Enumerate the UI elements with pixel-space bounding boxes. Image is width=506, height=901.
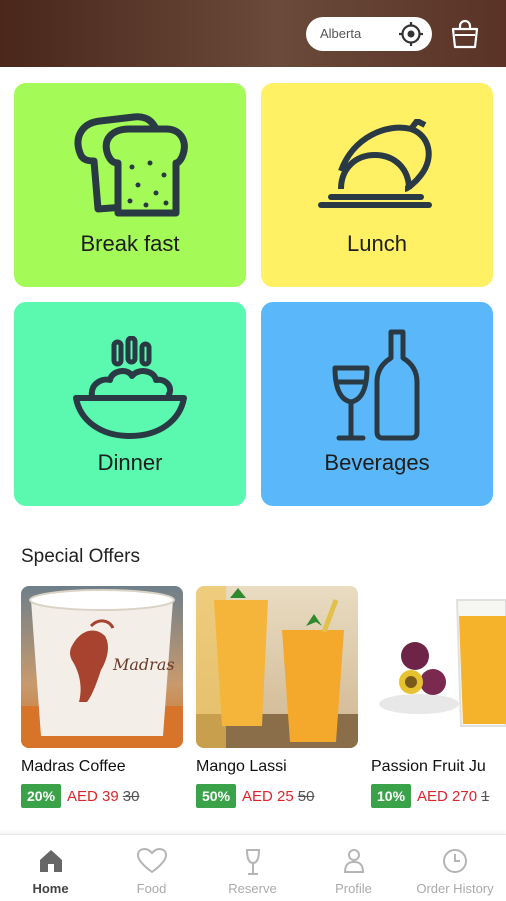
person-icon [343,849,365,873]
discount-badge: 10% [371,784,412,808]
category-dinner[interactable]: Dinner [14,302,246,506]
shopping-bag-icon[interactable] [449,18,481,50]
category-label: Break fast [80,231,180,256]
offer-name: Madras Coffee [21,758,126,775]
home-icon [40,850,62,872]
nav-item-reserve[interactable]: Reserve [202,835,303,901]
clock-icon [443,849,467,873]
section-title-special-offers: Special Offers [21,546,140,567]
offer-image: Madras [21,586,183,748]
discount-badge: 50% [196,784,237,808]
offer-image [196,586,358,748]
offer-card-mango-lassi[interactable]: Mango Lassi 50% AED 25 50 [196,586,358,808]
wine-glass-icon [245,849,261,875]
bowl-icon [73,336,187,439]
offer-old-price: 50 [297,787,315,805]
cloche-icon [318,119,432,208]
location-label: Alberta [320,26,362,41]
nav-item-home[interactable]: Home [0,835,101,901]
mango-lassi-illustration [196,586,358,748]
bottom-nav: Home Food Reserve Profile Order History [0,834,506,901]
offer-price: AED 270 [417,787,478,805]
offer-price-row: 10% AED 270 1 [371,784,489,808]
heart-icon [137,848,167,874]
category-label: Lunch [347,231,407,256]
offer-card-madras-coffee[interactable]: Madras Madras Coffee 20% AED 39 30 [21,586,183,808]
bread-icon [74,113,188,217]
location-selector[interactable]: Alberta [306,17,432,51]
offer-old-price: 1 [481,787,490,805]
nav-label: Food [136,881,167,896]
offer-name: Passion Fruit Ju [371,758,486,775]
category-breakfast[interactable]: Break fast [14,83,246,287]
category-label: Beverages [324,450,430,475]
offer-image [371,586,506,748]
nav-item-food[interactable]: Food [101,835,202,901]
offer-old-price: 30 [122,787,140,805]
nav-label: Profile [335,881,372,896]
nav-item-profile[interactable]: Profile [303,835,404,901]
coffee-cup-illustration: Madras [21,589,183,748]
offer-name: Mango Lassi [196,758,287,775]
offer-price-row: 20% AED 39 30 [21,784,139,808]
offer-price: AED 39 [67,787,119,805]
discount-badge: 20% [21,784,62,808]
offer-price-row: 50% AED 25 50 [196,784,314,808]
wine-bottle-icon [332,329,420,441]
category-label: Dinner [97,450,163,475]
passion-fruit-juice-illustration [379,599,506,727]
nav-label: Reserve [228,881,277,896]
category-beverages[interactable]: Beverages [261,302,493,506]
app-header: Alberta [0,0,506,67]
nav-label: Order History [416,881,494,896]
offer-card-passion-fruit[interactable]: Passion Fruit Ju 10% AED 270 1 [371,586,506,808]
cup-brand-text: Madras [112,655,175,674]
gps-target-icon[interactable] [398,21,424,47]
nav-item-order-history[interactable]: Order History [404,835,506,901]
offer-price: AED 25 [242,787,294,805]
nav-label: Home [32,881,69,896]
category-lunch[interactable]: Lunch [261,83,493,287]
